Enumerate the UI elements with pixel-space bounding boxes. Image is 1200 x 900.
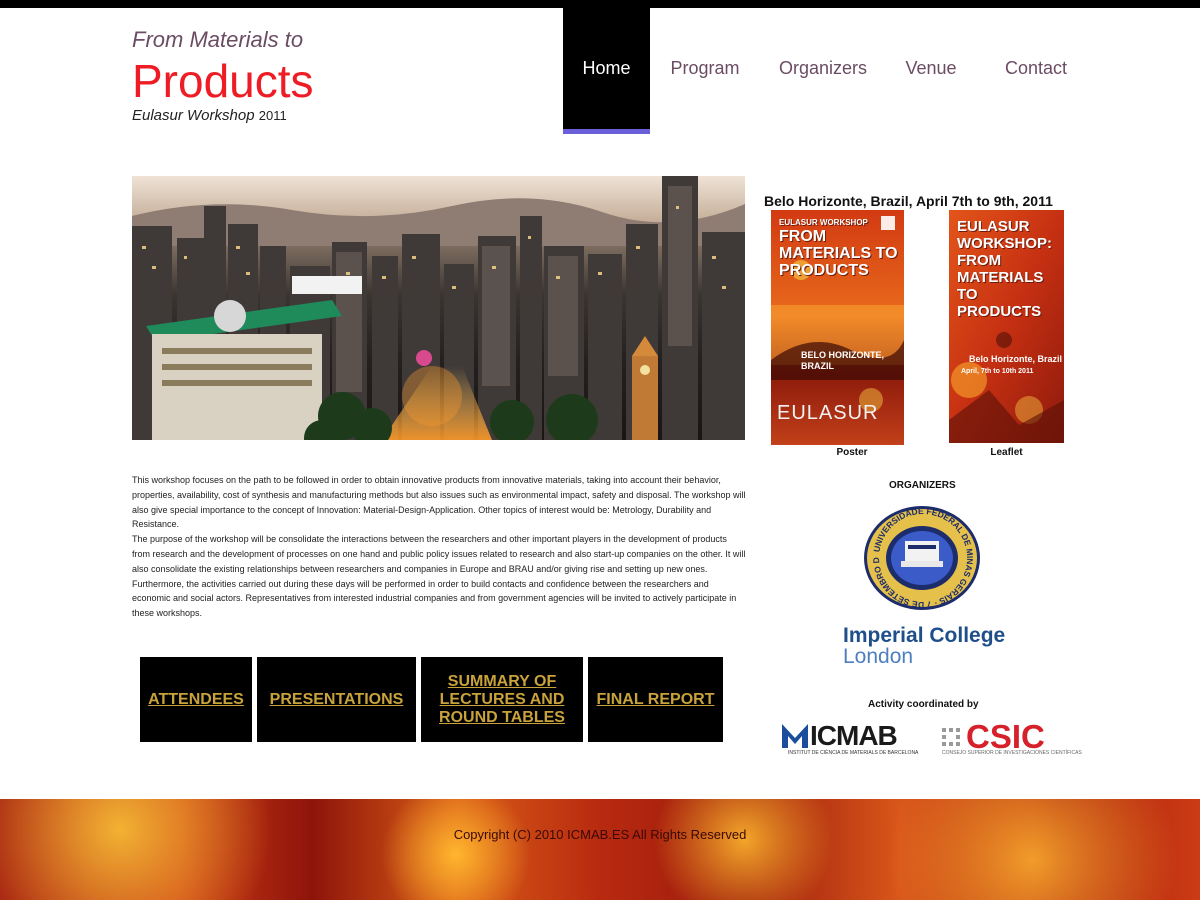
poster-main-title: FROM MATERIALS TO PRODUCTS [779,228,898,279]
poster-caption: Poster [836,447,868,458]
nav-program[interactable]: Program [650,8,760,134]
logo-subtitle: Eulasur Workshop 2011 [132,106,314,126]
attendees-link[interactable]: ATTENDEES [140,657,252,742]
icmab-subtitle: INSTITUT DE CIÈNCIA DE MATERIALS DE BARC… [788,750,919,756]
logo-year: 2011 [258,108,287,123]
footer-copyright: Copyright (C) 2010 ICMAB.ES All Rights R… [453,827,747,842]
leaflet-title: EULASUR WORKSHOP: FROM MATERIALS TO PROD… [957,218,1052,320]
csic-subtitle: CONSEJO SUPERIOR DE INVESTIGACIONES CIEN… [942,750,1082,756]
nav-organizers[interactable]: Organizers [760,8,886,134]
top-bar [0,0,1200,8]
presentations-link[interactable]: PRESENTATIONS [257,657,416,742]
footer: Copyright (C) 2010 ICMAB.ES All Rights R… [0,799,1200,900]
imperial-college-logo[interactable]: Imperial College London [843,625,1005,667]
description-paragraph-1: This workshop focuses on the path to be … [132,475,746,530]
main-nav: Home Program Organizers Venue Contact [563,8,1096,134]
coordination-heading: Activity coordinated by [868,699,979,710]
hero-city-image [132,176,745,440]
poster-title: EULASUR WORKSHOP FROM MATERIALS TO PRODU… [779,218,898,279]
leaflet-image[interactable]: EULASUR WORKSHOP: FROM MATERIALS TO PROD… [949,210,1064,443]
workshop-description: This workshop focuses on the path to be … [132,473,746,621]
nav-contact[interactable]: Contact [976,8,1096,134]
poster-location: BELO HORIZONTE, BRAZIL [801,350,884,371]
description-paragraph-2: The purpose of the workshop will be cons… [132,534,746,619]
imperial-line1: Imperial College [843,624,1006,647]
site-logo[interactable]: From Materials to Products Eulasur Works… [132,26,314,126]
leaflet-location: Belo Horizonte, Brazil [969,354,1063,364]
event-date-location: Belo Horizonte, Brazil, April 7th to 9th… [764,193,1053,209]
logo-tagline: From Materials to [132,27,304,52]
summary-link[interactable]: SUMMARY OF LECTURES AND ROUND TABLES [421,657,583,742]
logo-title: Products [132,55,314,107]
leaflet-caption: Leaflet [990,447,1023,458]
ufmg-seal-logo[interactable]: UNIVERSIDADE FEDERAL DE MINAS GERAIS · 7… [860,497,983,616]
poster-brand: EULASUR [777,402,879,424]
imperial-line2: London [843,645,914,668]
poster-small-header: EULASUR WORKSHOP [779,218,868,227]
organizers-heading: ORGANIZERS [889,480,956,491]
poster-image[interactable]: EULASUR WORKSHOP FROM MATERIALS TO PRODU… [771,210,904,445]
icmab-wordmark: ICMAB [810,720,898,751]
final-report-link[interactable]: FINAL REPORT [588,657,723,742]
nav-venue[interactable]: Venue [886,8,976,134]
nav-home[interactable]: Home [563,8,650,134]
leaflet-dates: April, 7th to 10th 2011 [961,368,1034,375]
logo-workshop-name: Eulasur Workshop [132,107,255,124]
